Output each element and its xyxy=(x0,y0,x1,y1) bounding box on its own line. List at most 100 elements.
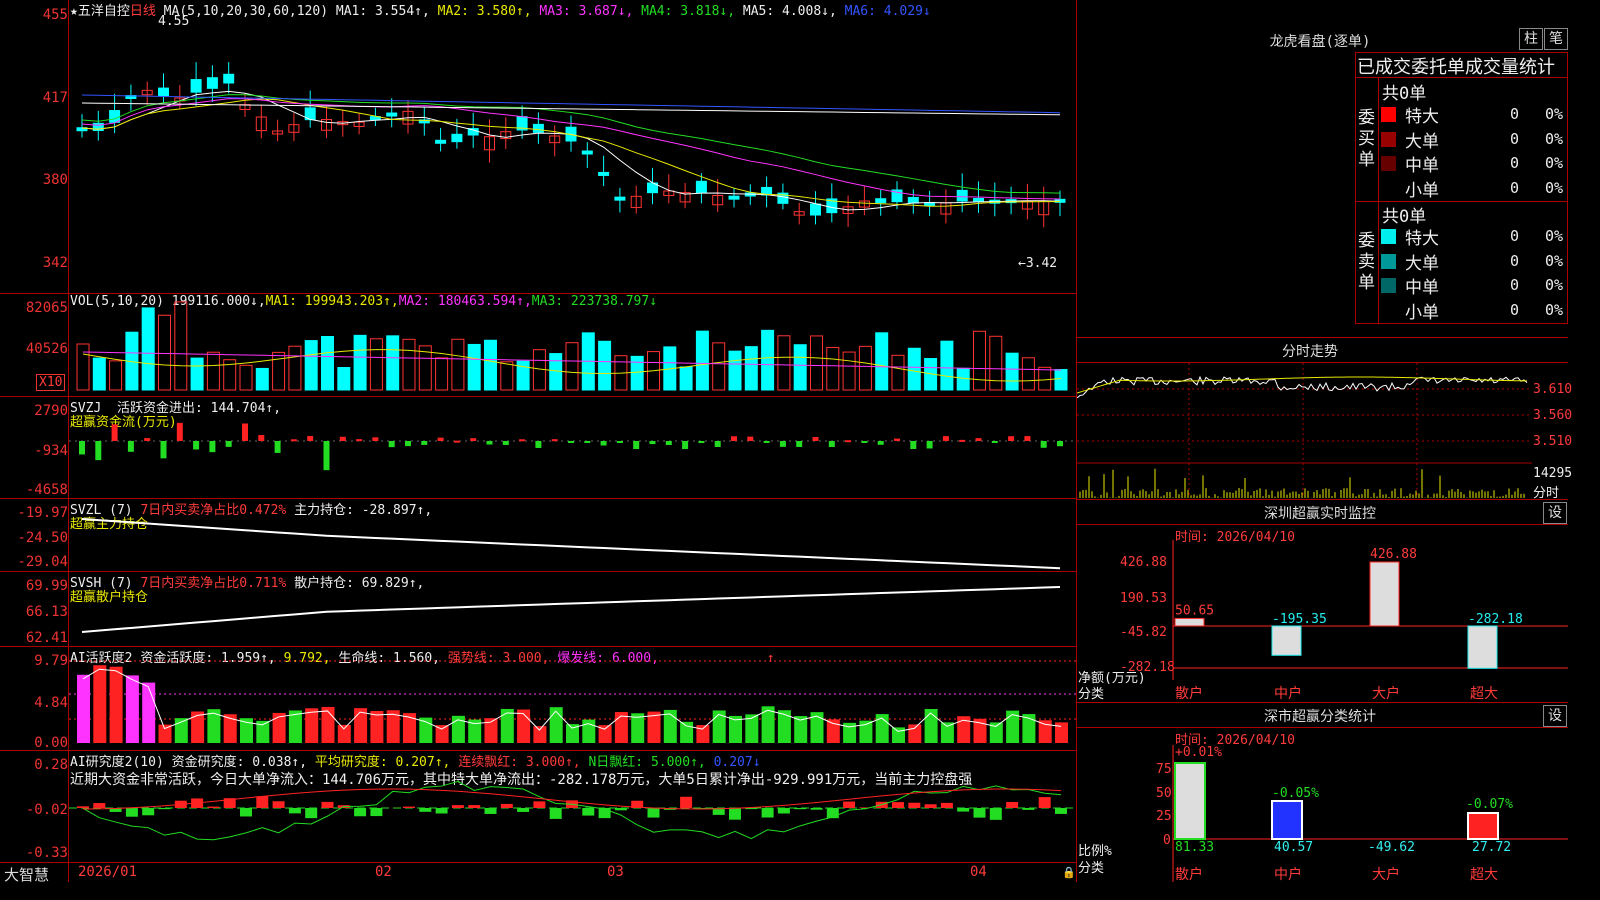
research-bar xyxy=(451,805,464,808)
ss-axis-label: 0 xyxy=(1163,833,1171,848)
volume-bar xyxy=(158,314,171,391)
legend-swatch xyxy=(1381,107,1396,122)
settings-button[interactable]: 设 xyxy=(1543,705,1567,727)
research-bar xyxy=(614,808,627,811)
flow-bar xyxy=(763,441,770,443)
candle xyxy=(907,197,919,204)
net-bar xyxy=(1369,561,1400,627)
order-percent: 0% xyxy=(1545,227,1564,245)
research-bar xyxy=(468,805,481,808)
fenshi-vol-label: 14295 xyxy=(1533,466,1573,481)
ss-xlabel: 分类 xyxy=(1078,861,1105,876)
candle xyxy=(810,203,821,216)
sell-side-label: 委卖单 xyxy=(1358,231,1375,293)
sz-ratio-bar-chart[interactable] xyxy=(1172,745,1568,882)
candle xyxy=(206,77,218,89)
candle xyxy=(614,196,626,201)
intraday-chart[interactable] xyxy=(1077,363,1568,498)
bar-value-label: -195.35 xyxy=(1272,612,1327,627)
research-bar xyxy=(843,801,856,808)
ss-top-value: -0.05% xyxy=(1272,786,1319,801)
ai-activity-chart[interactable] xyxy=(69,647,1076,750)
divider xyxy=(1077,524,1568,525)
research-bar xyxy=(288,808,301,814)
research-bar xyxy=(989,808,1002,820)
flow-bar xyxy=(714,441,721,447)
fund-flow-chart[interactable] xyxy=(69,397,1076,498)
flow-bar xyxy=(421,441,428,445)
activity-bar xyxy=(826,719,840,743)
flow-bar xyxy=(1040,441,1047,448)
buy-total: 共0单 xyxy=(1382,84,1427,104)
flow-bar xyxy=(910,441,917,450)
settings-button[interactable]: 设 xyxy=(1543,502,1567,524)
ratio-bar xyxy=(1271,800,1303,840)
volume-bar xyxy=(875,332,889,391)
high-price-mark: 4.55 xyxy=(158,14,190,29)
flow-bar xyxy=(372,437,379,441)
stats-title: 已成交委托单成交量统计 xyxy=(1357,57,1555,78)
flow-bar xyxy=(470,438,477,441)
lock-icon[interactable]: 🔒 xyxy=(1062,866,1076,879)
net-bar xyxy=(1174,617,1205,627)
price-axis-label: 417 xyxy=(42,90,68,106)
candle xyxy=(532,123,544,133)
research-bar xyxy=(680,796,693,808)
bar-value-label: 50.65 xyxy=(1175,603,1214,618)
bar-mode-button[interactable]: 柱 xyxy=(1519,28,1543,50)
activity-bar xyxy=(305,708,319,743)
svzl-axis-label: -29.04 xyxy=(17,554,68,570)
activity-bar xyxy=(93,665,107,743)
candle xyxy=(956,189,968,202)
ss-category: 超大 xyxy=(1470,867,1498,883)
activity-bar xyxy=(680,721,694,743)
order-size-label: 特大 xyxy=(1405,229,1439,249)
divider xyxy=(1077,337,1568,338)
ai2-axis-label: 0.28 xyxy=(34,757,68,773)
research-bar xyxy=(435,808,448,814)
flow-bar xyxy=(894,438,900,441)
ss-bottom-value: 81.33 xyxy=(1175,840,1215,855)
research-bar xyxy=(908,802,921,808)
sz-net-bar-chart[interactable]: 50.65 -195.35 426.88 -282.18 xyxy=(1172,540,1568,680)
flow-bar xyxy=(731,436,737,441)
order-size-label: 大单 xyxy=(1405,253,1439,274)
ss-bottom-value: 27.72 xyxy=(1472,840,1512,855)
date-tick: 02 xyxy=(375,864,392,880)
ss-axis-label: 25 xyxy=(1156,809,1172,824)
retail-holding-chart[interactable] xyxy=(69,572,1076,646)
research-bar xyxy=(892,802,904,808)
buy-side-label: 委买单 xyxy=(1358,108,1375,170)
legend-swatch xyxy=(1381,229,1396,244)
candlestick-chart[interactable] xyxy=(69,0,1076,293)
tick-mode-button[interactable]: 笔 xyxy=(1544,28,1568,50)
research-bar xyxy=(777,808,790,814)
volume-bar xyxy=(239,364,253,391)
price-axis-label: 342 xyxy=(42,255,68,271)
order-count: 0 xyxy=(1510,105,1520,123)
activity-bar xyxy=(892,727,905,743)
volume-bar xyxy=(810,335,823,391)
flow-bar xyxy=(127,441,134,452)
legend-swatch xyxy=(1381,156,1396,171)
flow-bar xyxy=(942,436,949,441)
volume-chart[interactable] xyxy=(69,294,1076,396)
svzj-axis-label: -4658 xyxy=(25,482,68,498)
main-force-holding-chart[interactable] xyxy=(69,499,1076,571)
svsh-axis-label: 69.99 xyxy=(25,578,68,594)
ai1-axis-label: 0.00 xyxy=(34,735,68,751)
activity-bar xyxy=(125,675,139,743)
flow-bar xyxy=(193,441,200,450)
volume-bar xyxy=(500,361,514,391)
volume-bar xyxy=(451,338,465,391)
order-percent: 0% xyxy=(1545,300,1564,319)
order-percent: 0% xyxy=(1545,251,1564,270)
svzl-axis-label: -19.97 xyxy=(17,505,68,521)
flow-bar xyxy=(568,441,574,443)
flow-bar xyxy=(95,441,102,461)
ai-research-chart[interactable] xyxy=(69,751,1076,862)
flow-bar xyxy=(274,441,281,453)
activity-bar xyxy=(712,710,726,743)
brand-label: 大智慧 xyxy=(4,866,50,884)
order-size-label: 特大 xyxy=(1405,107,1439,127)
